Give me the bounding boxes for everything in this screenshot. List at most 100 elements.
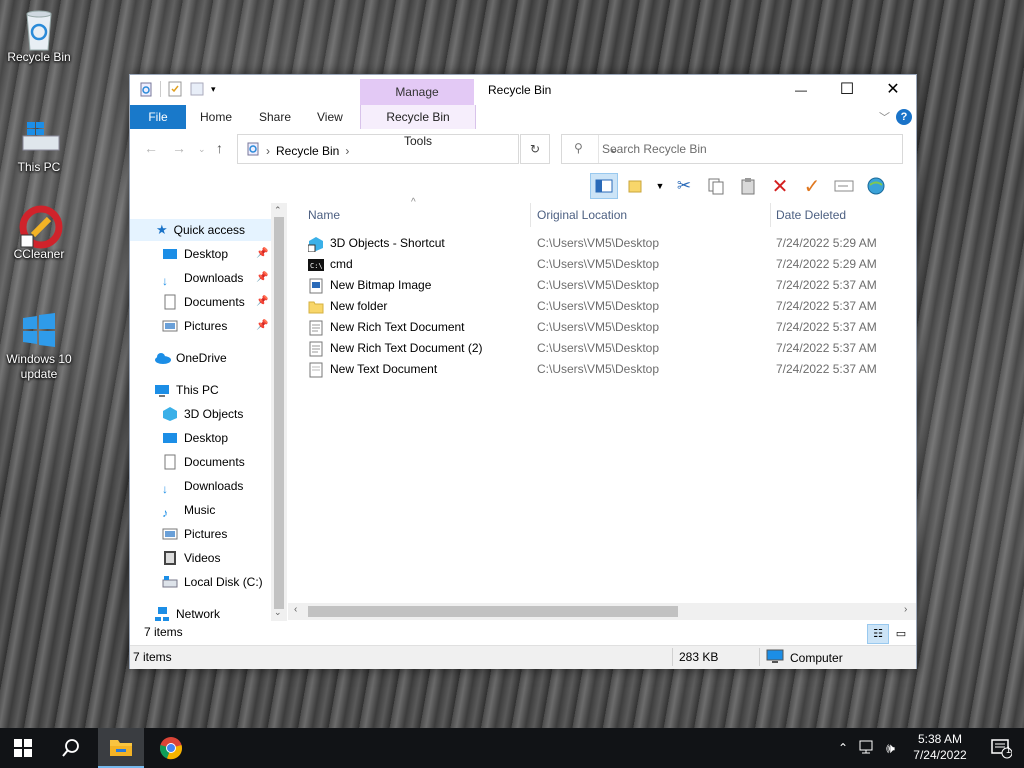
preview-pane-button[interactable]: [590, 173, 618, 199]
nav-qa-pictures[interactable]: Pictures: [162, 315, 227, 337]
nav-onedrive[interactable]: OneDrive: [154, 347, 227, 369]
explorer-window: ▾ Manage Recycle Bin — ☐ ✕ File Home Sha…: [129, 74, 917, 669]
network-status-icon[interactable]: [858, 739, 876, 758]
pin-icon: 📌: [256, 248, 269, 259]
tab-file[interactable]: File: [130, 105, 186, 129]
desktop-icon-windows-update[interactable]: Windows 10 update: [4, 310, 74, 382]
scroll-thumb[interactable]: [274, 217, 284, 609]
table-row[interactable]: C:\ cmd C:\Users\VM5\Desktop 7/24/2022 5:…: [308, 254, 898, 275]
scroll-right-icon[interactable]: ›: [904, 604, 907, 615]
refresh-button[interactable]: ↻: [520, 134, 550, 164]
recycle-bin-small-icon[interactable]: [138, 81, 154, 97]
breadcrumb-recycle-bin[interactable]: Recycle Bin: [276, 144, 339, 158]
notification-count-badge: 1: [1006, 745, 1012, 755]
chrome-icon: [160, 737, 182, 760]
nav-documents[interactable]: Documents: [162, 451, 245, 473]
nav-qa-desktop[interactable]: Desktop: [162, 243, 228, 265]
delete-icon[interactable]: ✕: [766, 173, 794, 199]
item-count: 7 items: [144, 625, 183, 639]
recent-locations-icon[interactable]: ⌄: [198, 144, 206, 155]
navigation-pane: ★ Quick access Desktop 📌 ↓ Downloads 📌 D…: [130, 203, 286, 621]
search-button[interactable]: [48, 728, 94, 768]
windows-logo-icon: [14, 739, 32, 757]
nav-3d-objects[interactable]: 3D Objects: [162, 403, 243, 425]
column-header-original-location[interactable]: Original Location: [537, 203, 627, 227]
nav-network[interactable]: Network: [154, 603, 220, 621]
address-bar[interactable]: › Recycle Bin › ⌄: [237, 134, 619, 164]
table-row[interactable]: New Rich Text Document C:\Users\VM5\Desk…: [308, 317, 898, 338]
help-button[interactable]: ?: [896, 109, 912, 125]
paste-icon[interactable]: [734, 173, 762, 199]
back-button[interactable]: ←: [144, 140, 158, 156]
system-clock[interactable]: 5:38 AM 7/24/2022: [905, 731, 975, 763]
rename-icon[interactable]: [830, 173, 858, 199]
scroll-up-icon[interactable]: ⌃: [274, 205, 282, 216]
show-hidden-icons-icon[interactable]: ⌃: [838, 741, 848, 755]
nav-qa-documents[interactable]: Documents: [162, 291, 245, 313]
nav-pane-scrollbar[interactable]: ⌃ ⌄: [271, 203, 287, 621]
new-folder-button[interactable]: [622, 173, 650, 199]
restore-icon[interactable]: ✓: [798, 173, 826, 199]
tab-recycle-bin-tools[interactable]: Recycle Bin Tools: [360, 105, 476, 148]
manage-contextual-tab[interactable]: Manage: [360, 79, 474, 105]
pin-icon: 📌: [256, 296, 269, 307]
volume-icon[interactable]: 🕪: [886, 740, 895, 757]
scroll-left-icon[interactable]: ‹: [294, 604, 297, 615]
scroll-thumb[interactable]: [308, 606, 678, 617]
up-button[interactable]: ↑: [216, 140, 223, 156]
details-view-icon[interactable]: ☷: [867, 624, 889, 644]
scroll-down-icon[interactable]: ⌄: [274, 607, 282, 618]
column-header-name[interactable]: Name: [308, 203, 340, 227]
start-button[interactable]: [0, 728, 46, 768]
nav-desktop[interactable]: Desktop: [162, 427, 228, 449]
tab-view[interactable]: View: [307, 105, 353, 129]
nav-downloads[interactable]: ↓ Downloads: [162, 475, 243, 497]
recycle-bin-location-icon: [246, 142, 260, 159]
desktop-icon-this-pc[interactable]: This PC: [4, 118, 74, 175]
action-center-button[interactable]: 1: [978, 728, 1024, 768]
nav-qa-downloads[interactable]: ↓ Downloads: [162, 267, 243, 289]
desktop-icon-ccleaner[interactable]: CCleaner: [4, 205, 74, 262]
command-toolbar: ▼ ✂ ✕ ✓: [590, 171, 890, 201]
qat-dropdown-icon[interactable]: ▾: [211, 81, 227, 97]
table-row[interactable]: New Text Document C:\Users\VM5\Desktop 7…: [308, 359, 898, 380]
computer-icon: [766, 648, 784, 667]
globe-icon[interactable]: [862, 173, 890, 199]
nav-quick-access[interactable]: ★ Quick access: [130, 219, 271, 241]
nav-pictures[interactable]: Pictures: [162, 523, 227, 545]
pin-icon: 📌: [256, 320, 269, 331]
properties-icon[interactable]: [167, 81, 183, 97]
clock-time: 5:38 AM: [917, 732, 963, 746]
table-row[interactable]: New Bitmap Image C:\Users\VM5\Desktop 7/…: [308, 275, 898, 296]
nav-music[interactable]: ♪ Music: [162, 499, 215, 521]
breadcrumb-chevron-icon[interactable]: ›: [345, 144, 349, 158]
search-box[interactable]: ⚲ Search Recycle Bin: [561, 134, 903, 164]
taskbar-chrome[interactable]: [148, 728, 194, 768]
documents-icon: [162, 454, 178, 470]
column-header-date-deleted[interactable]: Date Deleted: [776, 203, 846, 227]
new-folder-icon[interactable]: [189, 81, 205, 97]
forward-button[interactable]: →: [172, 140, 186, 156]
nav-local-disk[interactable]: Local Disk (C:): [162, 571, 263, 593]
taskbar-file-explorer[interactable]: [98, 728, 144, 768]
file-list-horizontal-scrollbar[interactable]: ‹ ›: [288, 603, 916, 620]
quick-access-toolbar: ▾: [138, 81, 227, 97]
desktop-icon-recycle-bin[interactable]: Recycle Bin: [4, 8, 74, 65]
tab-share[interactable]: Share: [249, 105, 301, 129]
large-icons-view-icon[interactable]: ▭: [890, 624, 912, 644]
maximize-button[interactable]: ☐: [824, 75, 870, 105]
nav-videos[interactable]: Videos: [162, 547, 220, 569]
close-button[interactable]: ✕: [870, 75, 916, 105]
table-row[interactable]: New Rich Text Document (2) C:\Users\VM5\…: [308, 338, 898, 359]
minimize-button[interactable]: —: [778, 75, 824, 105]
table-row[interactable]: 3D Objects - Shortcut C:\Users\VM5\Deskt…: [307, 233, 898, 254]
tab-home[interactable]: Home: [190, 105, 242, 129]
nav-this-pc[interactable]: This PC: [154, 379, 219, 401]
pin-icon: 📌: [256, 272, 269, 283]
new-item-dropdown-icon[interactable]: ▼: [654, 173, 666, 199]
copy-icon[interactable]: [702, 173, 730, 199]
expand-ribbon-icon[interactable]: ﹀: [879, 109, 890, 125]
table-row[interactable]: New folder C:\Users\VM5\Desktop 7/24/202…: [308, 296, 898, 317]
cut-icon[interactable]: ✂: [670, 173, 698, 199]
download-arrow-icon: ↓: [162, 482, 168, 496]
